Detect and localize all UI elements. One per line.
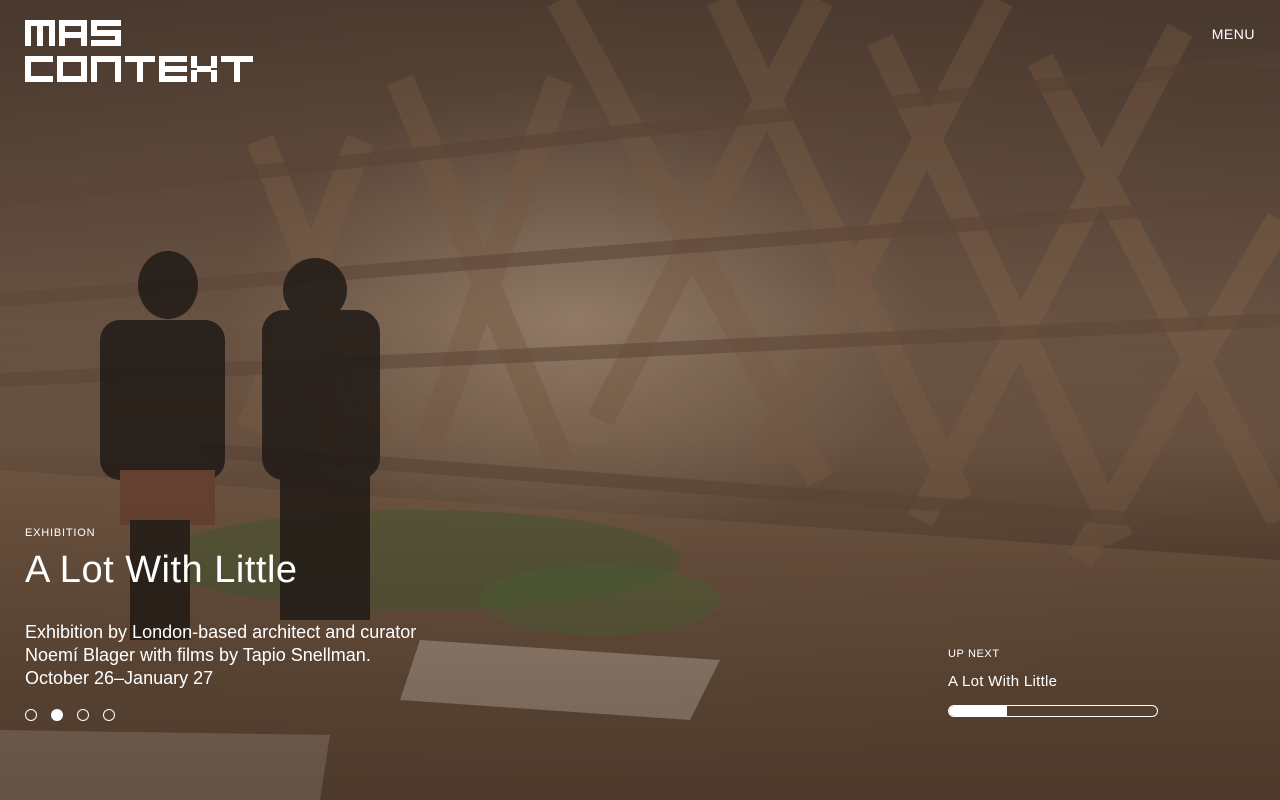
description-line: October 26–January 27 bbox=[25, 668, 214, 688]
mas-context-logo[interactable] bbox=[25, 20, 255, 84]
pager-dot-2[interactable] bbox=[51, 709, 63, 721]
slide-category: EXHIBITION bbox=[25, 527, 96, 539]
menu-button[interactable]: MENU bbox=[1212, 26, 1255, 42]
up-next-progress-bar bbox=[948, 705, 1158, 717]
logo-wordmark-icon bbox=[25, 20, 253, 82]
pager-dot-3[interactable] bbox=[77, 709, 89, 721]
pager-dot-4[interactable] bbox=[103, 709, 115, 721]
slide-description: Exhibition by London-based architect and… bbox=[25, 621, 495, 690]
description-line: Exhibition by London-based architect and… bbox=[25, 622, 417, 642]
up-next-label: UP NEXT bbox=[948, 648, 1000, 660]
slide-title[interactable]: A Lot With Little bbox=[25, 548, 495, 592]
pager-dot-1[interactable] bbox=[25, 709, 37, 721]
slide-info: EXHIBITION A Lot With Little Exhibition … bbox=[25, 527, 495, 690]
description-line: Noemí Blager with films by Tapio Snellma… bbox=[25, 645, 371, 665]
slide-pager bbox=[25, 709, 115, 721]
up-next-panel: UP NEXT A Lot With Little bbox=[948, 648, 1158, 717]
up-next-progress-fill bbox=[949, 706, 1008, 716]
up-next-title[interactable]: A Lot With Little bbox=[948, 673, 1158, 690]
